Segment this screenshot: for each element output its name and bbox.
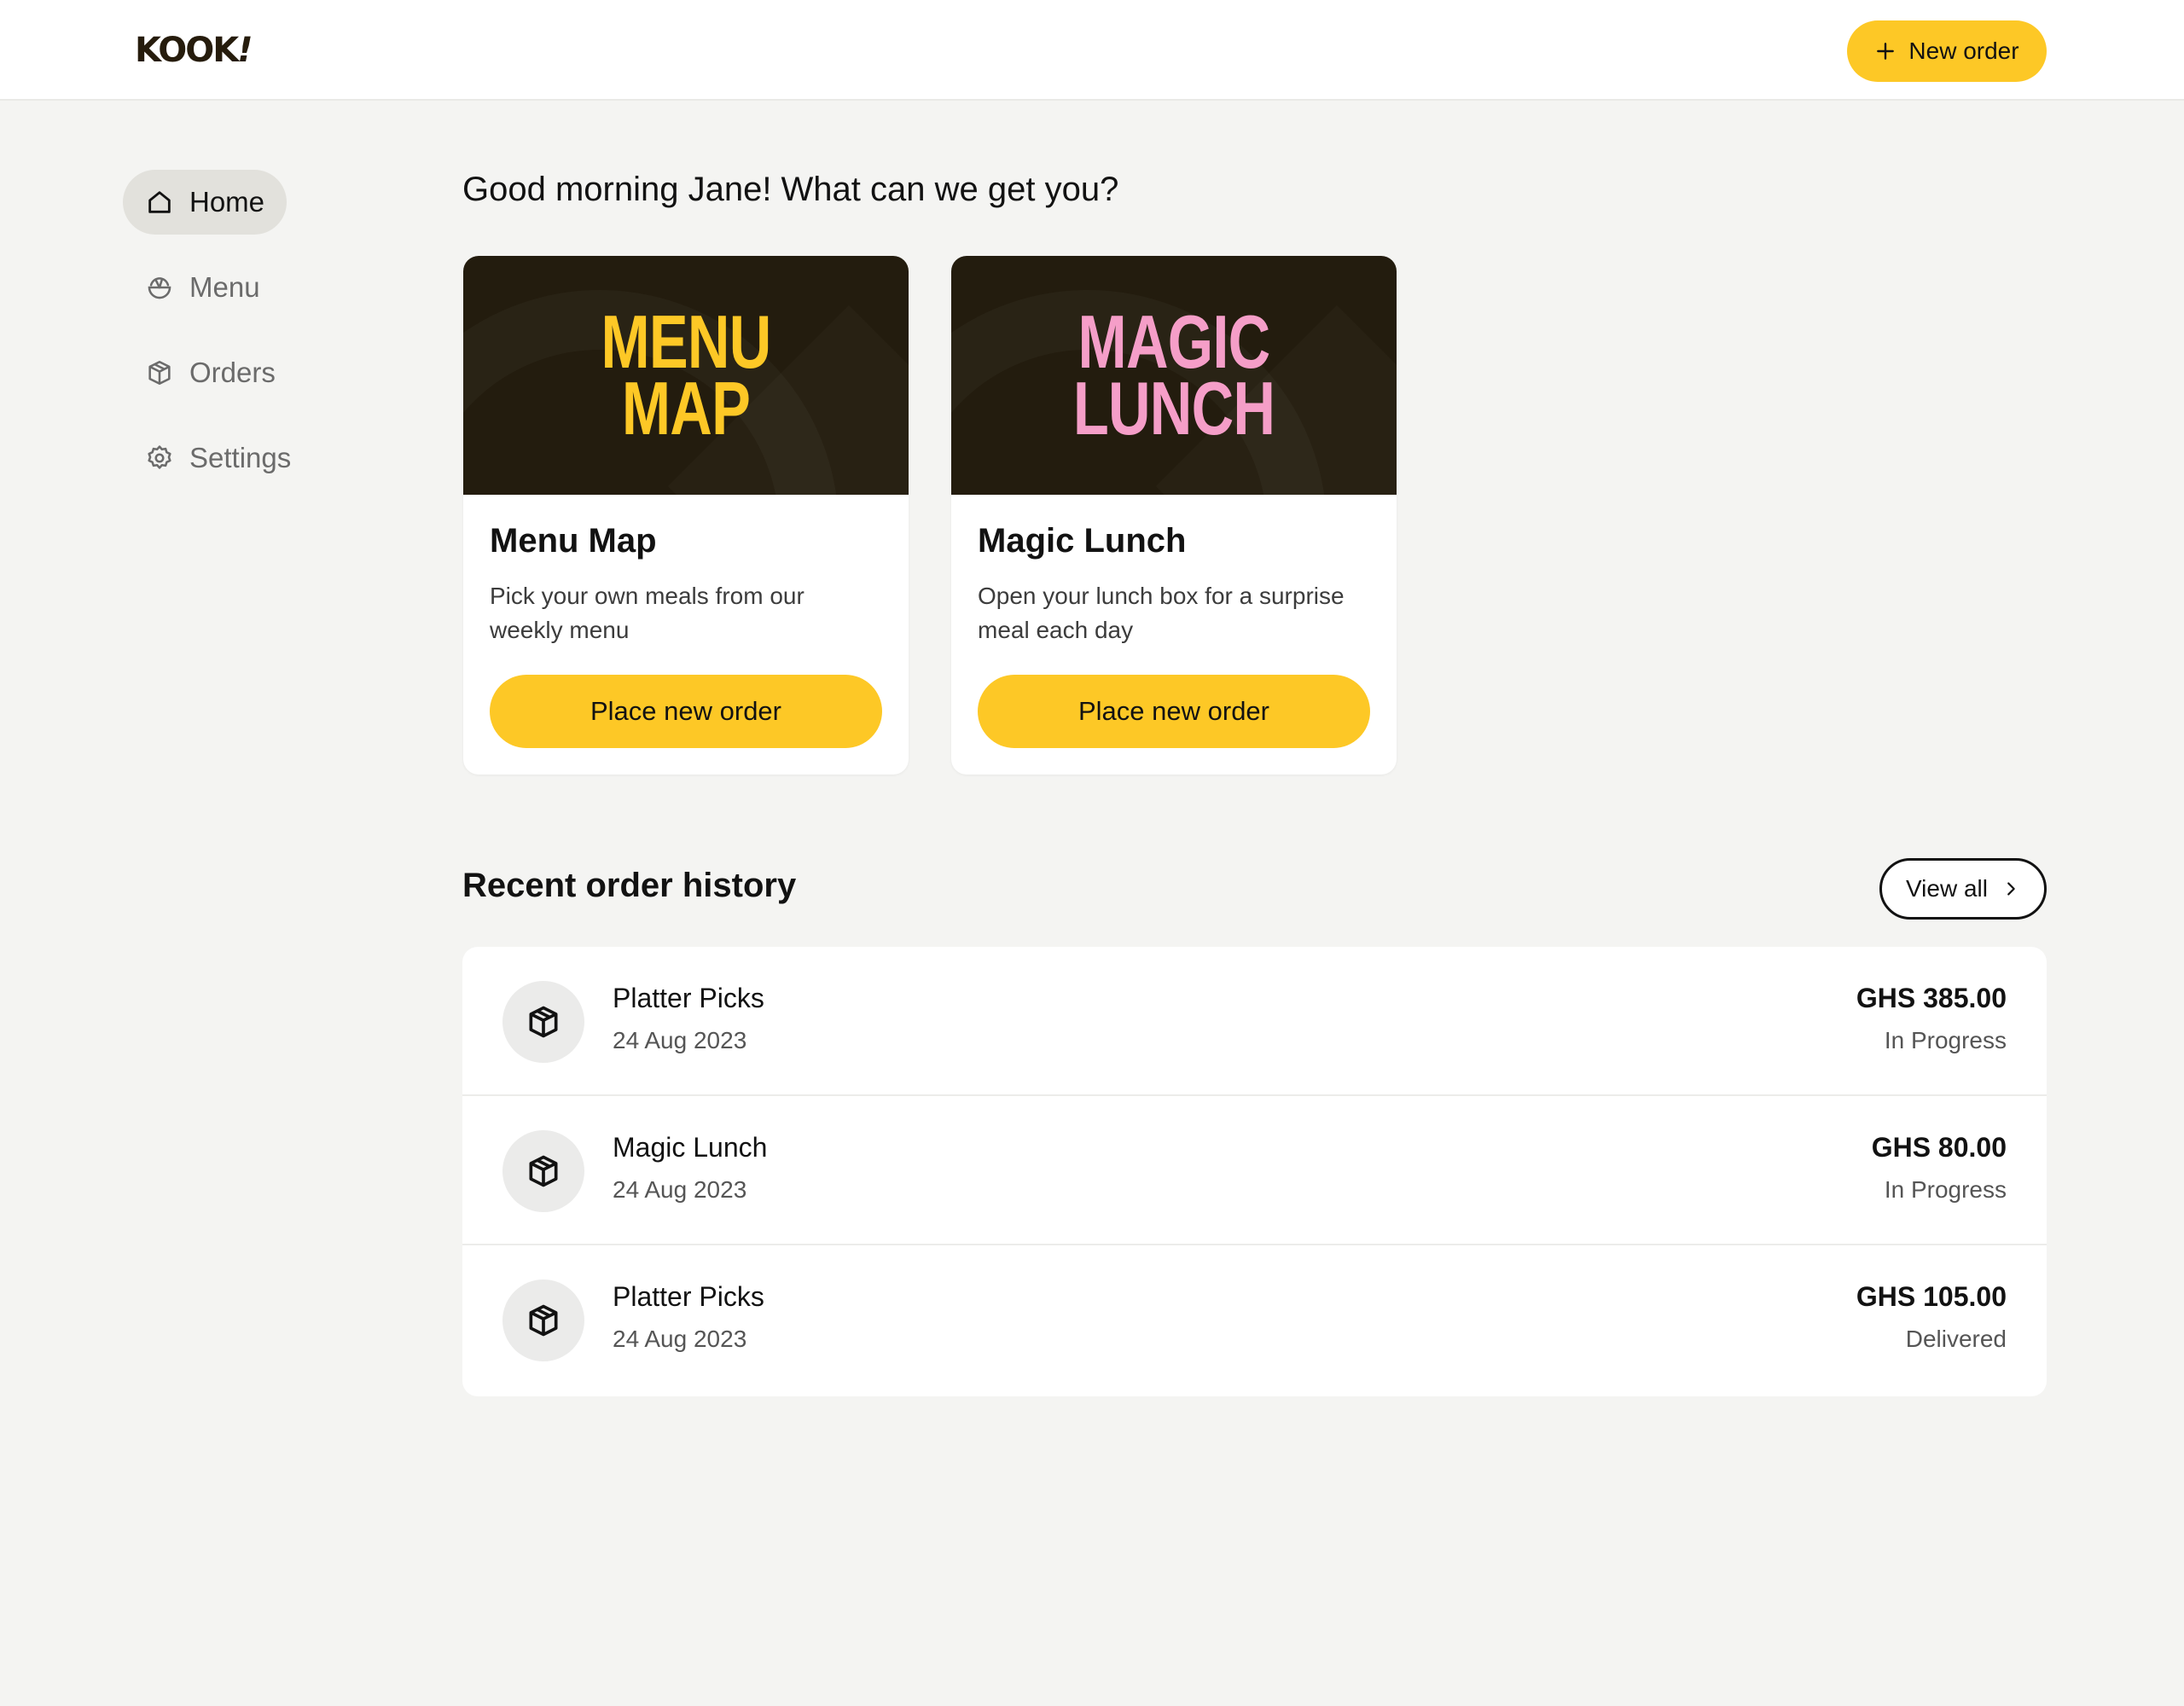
banner-line: LUNCH xyxy=(1072,366,1275,450)
chevron-right-icon xyxy=(2007,882,2015,896)
card-title: Menu Map xyxy=(490,522,657,560)
sidebar-item-label: Menu xyxy=(189,271,260,303)
order-status: In Progress xyxy=(1884,1027,2007,1053)
order-status: Delivered xyxy=(1905,1326,2007,1352)
order-price: GHS 105.00 xyxy=(1856,1281,2007,1312)
gear-icon xyxy=(148,445,171,469)
view-all-label: View all xyxy=(1906,875,1988,902)
sidebar-item-label: Orders xyxy=(189,357,276,388)
view-all-button[interactable]: View all xyxy=(1879,858,2047,920)
order-date: 24 Aug 2023 xyxy=(613,1027,747,1053)
sidebar-item-label: Settings xyxy=(189,442,292,473)
box-icon xyxy=(529,1006,558,1038)
banner-line: MAP xyxy=(621,366,751,450)
sidebar-item-orders[interactable]: Orders xyxy=(123,340,298,405)
card-title: Magic Lunch xyxy=(978,522,1187,560)
magic-lunch-banner: MAGIC LUNCH xyxy=(951,256,1397,495)
new-order-label: New order xyxy=(1908,38,2019,64)
logo-mark: ! xyxy=(237,31,253,70)
order-price: GHS 385.00 xyxy=(1856,983,2007,1013)
order-row[interactable]: Platter Picks 24 Aug 2023 GHS 105.00 Del… xyxy=(462,1245,2047,1395)
order-icon-badge xyxy=(502,1130,584,1212)
bowl-icon xyxy=(148,277,171,299)
card-description: Open your lunch box for a surprise meal … xyxy=(978,583,1345,643)
plus-icon xyxy=(1877,43,1895,60)
sidebar-item-settings[interactable]: Settings xyxy=(123,426,313,490)
order-row[interactable]: Platter Picks 24 Aug 2023 GHS 385.00 In … xyxy=(462,947,2047,1096)
order-icon-badge xyxy=(502,1280,584,1361)
sidebar-nav: Home Menu Orders Settings xyxy=(123,170,379,511)
box-icon xyxy=(529,1155,558,1187)
menu-map-card: MENU MAP Menu Map Pick your own meals fr… xyxy=(463,256,909,775)
order-date: 24 Aug 2023 xyxy=(613,1326,747,1352)
card-description: Pick your own meals from our weekly menu xyxy=(490,583,804,643)
order-icon-badge xyxy=(502,981,584,1063)
box-icon xyxy=(529,1304,558,1337)
place-new-order-button[interactable]: Place new order xyxy=(978,675,1370,748)
home-icon xyxy=(148,191,171,213)
sidebar-item-menu[interactable]: Menu xyxy=(123,255,282,320)
logo-text: KOOK xyxy=(135,31,239,70)
menu-map-banner: MENU MAP xyxy=(463,256,909,495)
sidebar-item-home[interactable]: Home xyxy=(123,170,288,235)
sidebar-item-label: Home xyxy=(189,186,265,218)
order-date: 24 Aug 2023 xyxy=(613,1176,747,1203)
greeting-heading: Good morning Jane! What can we get you? xyxy=(462,171,1119,208)
new-order-button[interactable]: New order xyxy=(1847,20,2047,82)
order-name: Platter Picks xyxy=(613,983,764,1013)
order-name: Platter Picks xyxy=(613,1281,764,1312)
recent-order-history-heading: Recent order history xyxy=(462,867,797,904)
place-new-order-button[interactable]: Place new order xyxy=(490,675,882,748)
menu-map-banner-text: MENU MAP xyxy=(512,305,859,450)
order-row[interactable]: Magic Lunch 24 Aug 2023 GHS 80.00 In Pro… xyxy=(462,1096,2047,1245)
order-price: GHS 80.00 xyxy=(1871,1132,2007,1163)
order-history-list: Platter Picks 24 Aug 2023 GHS 385.00 In … xyxy=(462,947,2047,1396)
box-icon xyxy=(148,360,171,386)
magic-lunch-banner-text: MAGIC LUNCH xyxy=(1000,305,1347,450)
kook-logo[interactable]: KOOK! xyxy=(135,31,253,70)
magic-lunch-card: MAGIC LUNCH Magic Lunch Open your lunch … xyxy=(951,256,1397,775)
top-bar: KOOK! New order xyxy=(0,0,2184,101)
order-status: In Progress xyxy=(1884,1176,2007,1203)
order-name: Magic Lunch xyxy=(613,1132,768,1163)
